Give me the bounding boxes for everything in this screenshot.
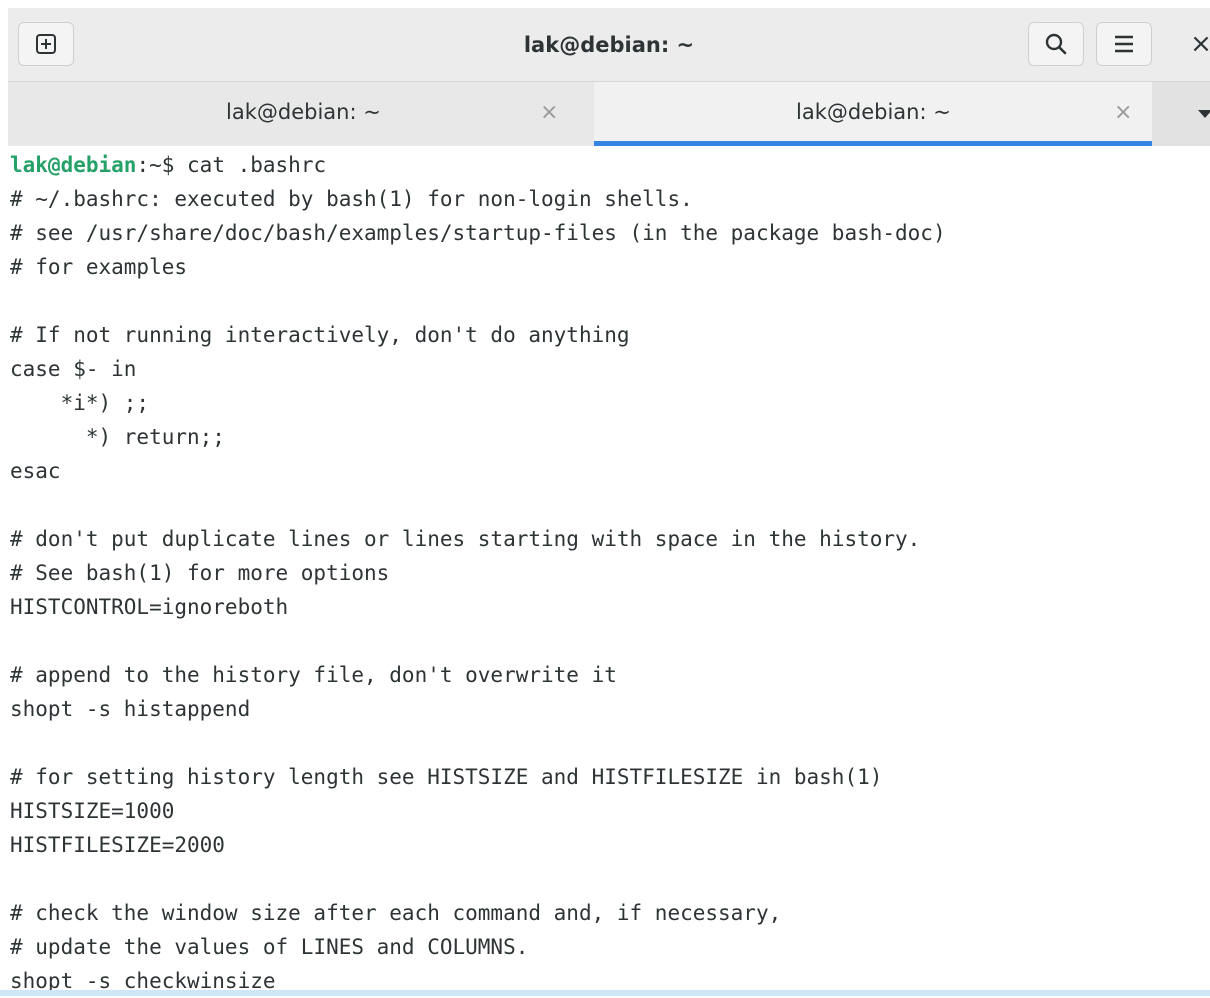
output-line: # for setting history length see HISTSIZ… bbox=[10, 765, 883, 789]
output-line: HISTFILESIZE=2000 bbox=[10, 833, 225, 857]
output-line: esac bbox=[10, 459, 61, 483]
tab-close-button[interactable]: × bbox=[540, 82, 558, 142]
terminal-output[interactable]: lak@debian:~$ cat .bashrc # ~/.bashrc: e… bbox=[0, 146, 1210, 996]
prompt-line: lak@debian:~$ cat .bashrc bbox=[10, 148, 326, 182]
output-line: # See bash(1) for more options bbox=[10, 561, 390, 585]
output-line: # see /usr/share/doc/bash/examples/start… bbox=[10, 221, 946, 245]
close-window-button[interactable]: × bbox=[1184, 22, 1210, 66]
tab-1[interactable]: lak@debian: ~ × bbox=[8, 82, 594, 146]
tab-2-active[interactable]: lak@debian: ~ × bbox=[594, 82, 1152, 146]
tab-bar: lak@debian: ~ × lak@debian: ~ × bbox=[8, 82, 1210, 146]
output-line: *) return;; bbox=[10, 425, 225, 449]
tab-close-button[interactable]: × bbox=[1114, 82, 1132, 142]
main-menu-button[interactable] bbox=[1096, 22, 1152, 66]
prompt-command: cat .bashrc bbox=[187, 153, 327, 177]
search-button[interactable] bbox=[1028, 22, 1084, 66]
output-line: case $- in bbox=[10, 357, 137, 381]
output-line: *i*) ;; bbox=[10, 391, 150, 415]
tab-label: lak@debian: ~ bbox=[226, 100, 381, 124]
prompt-user-host: lak@debian bbox=[10, 153, 137, 177]
prompt-path: :~ bbox=[136, 153, 162, 177]
terminal-bottom-edge bbox=[0, 990, 1210, 996]
window-title: lak@debian: ~ bbox=[523, 32, 695, 57]
chevron-down-icon bbox=[1198, 110, 1210, 118]
header-bar: lak@debian: ~ × bbox=[8, 8, 1210, 82]
output-line: # don't put duplicate lines or lines sta… bbox=[10, 527, 921, 551]
output-line: # ~/.bashrc: executed by bash(1) for non… bbox=[10, 187, 693, 211]
tab-list-dropdown-button[interactable] bbox=[1192, 82, 1210, 146]
output-line: # append to the history file, don't over… bbox=[10, 663, 617, 687]
output-line: shopt -s histappend bbox=[10, 697, 251, 721]
search-icon bbox=[1045, 33, 1067, 55]
hamburger-menu-icon bbox=[1115, 35, 1133, 53]
new-tab-button[interactable] bbox=[18, 22, 74, 66]
output-line: # If not running interactively, don't do… bbox=[10, 323, 630, 347]
close-icon: × bbox=[1190, 29, 1210, 59]
output-line: HISTSIZE=1000 bbox=[10, 799, 175, 823]
output-line: HISTCONTROL=ignoreboth bbox=[10, 595, 289, 619]
new-tab-icon bbox=[36, 34, 56, 54]
output-line: # for examples bbox=[10, 255, 188, 279]
output-line: # check the window size after each comma… bbox=[10, 901, 782, 925]
output-line: # update the values of LINES and COLUMNS… bbox=[10, 935, 529, 959]
tab-label: lak@debian: ~ bbox=[796, 100, 951, 124]
prompt-symbol: $ bbox=[161, 153, 188, 177]
